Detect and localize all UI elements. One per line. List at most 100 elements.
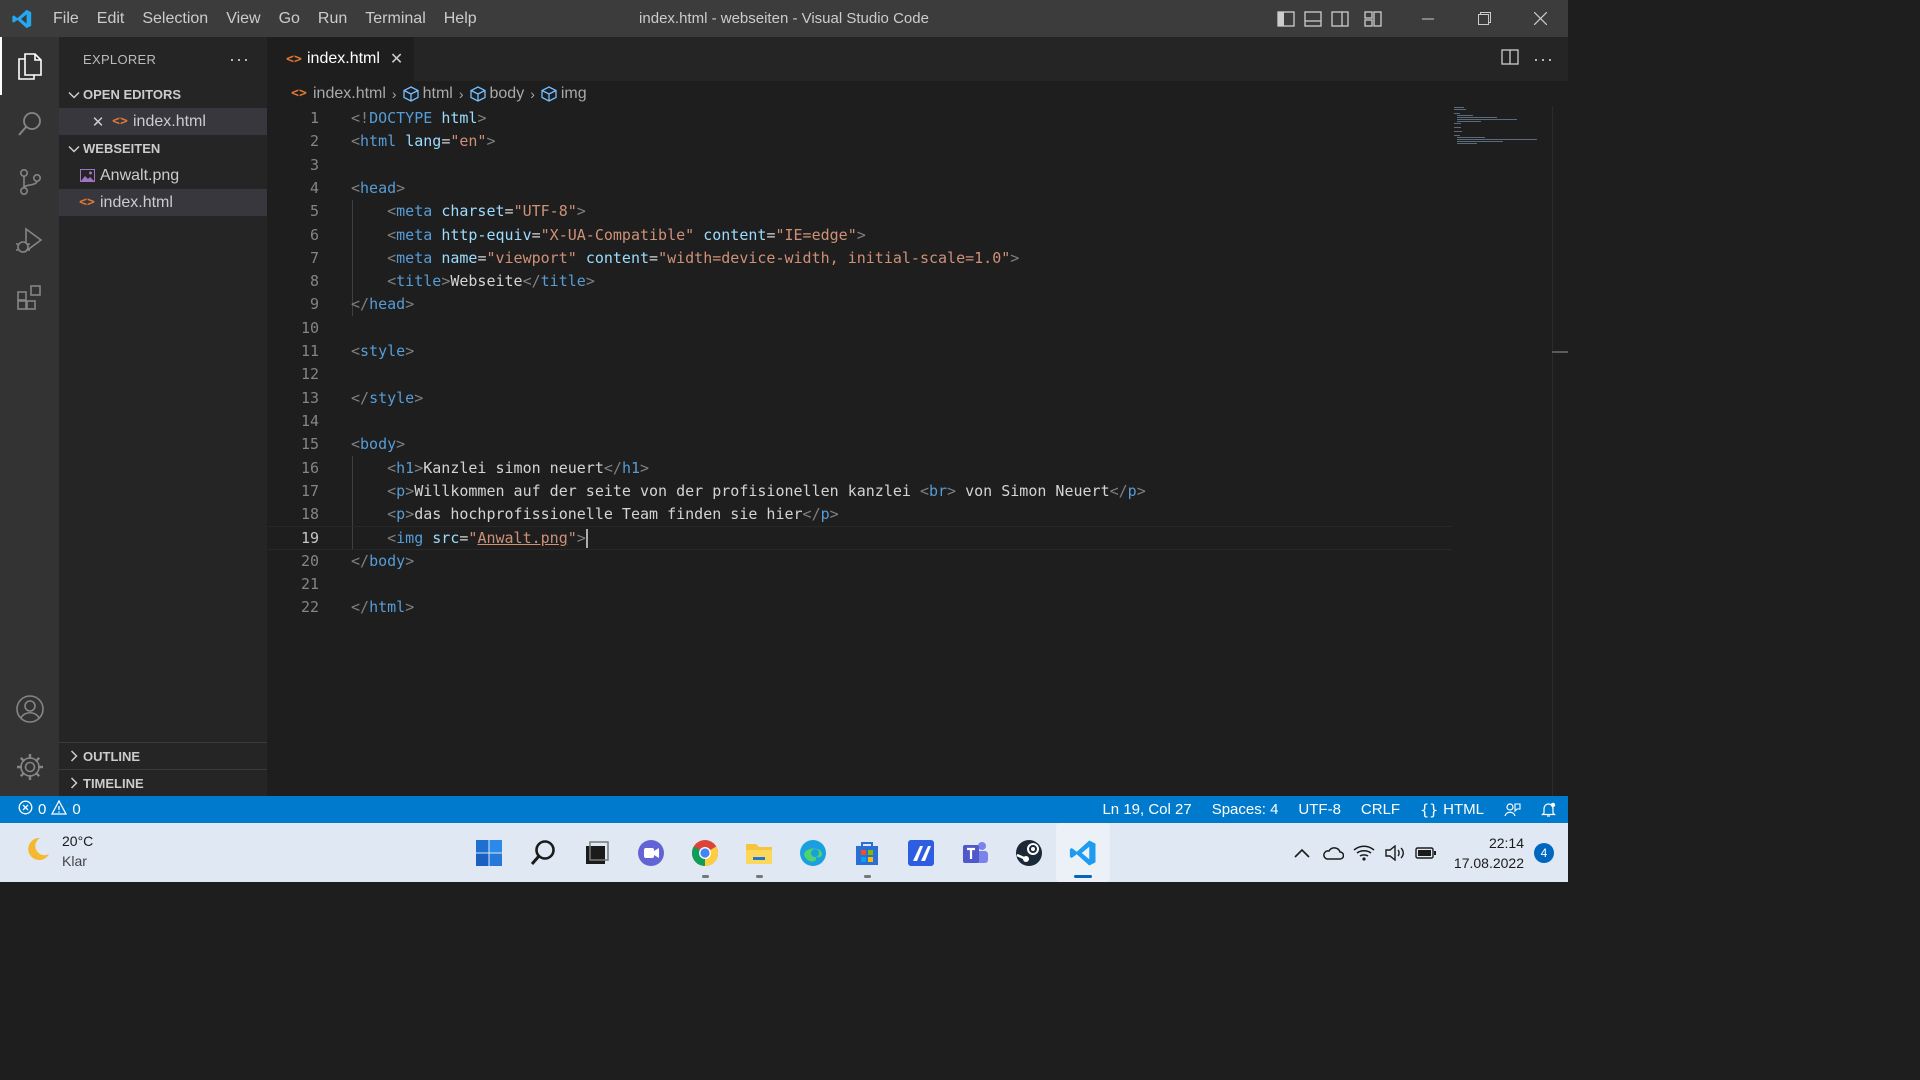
battery-icon[interactable] bbox=[1411, 823, 1442, 882]
vscode-icon[interactable] bbox=[1056, 823, 1110, 882]
end-of-line[interactable]: CRLF bbox=[1361, 801, 1400, 818]
steam-icon[interactable] bbox=[1002, 823, 1056, 882]
encoding[interactable]: UTF-8 bbox=[1298, 801, 1341, 818]
windows-start-icon[interactable] bbox=[462, 823, 516, 882]
code-token: "width=device-width, initial-scale=1.0" bbox=[658, 248, 1011, 267]
weather-widget[interactable]: 20°C Klar bbox=[24, 831, 93, 871]
language-mode[interactable]: {} HTML bbox=[1420, 801, 1484, 819]
menu-edit[interactable]: Edit bbox=[88, 0, 134, 37]
code-line[interactable]: 4 <head> bbox=[267, 177, 1452, 200]
code-token: content bbox=[703, 225, 767, 244]
settings-gear-icon[interactable] bbox=[0, 738, 59, 796]
notifications-bell-icon[interactable] bbox=[1541, 802, 1556, 818]
accounts-icon[interactable] bbox=[0, 680, 59, 738]
code-line[interactable]: 2 <html lang="en"> bbox=[267, 130, 1452, 153]
file-explorer-icon[interactable] bbox=[732, 823, 786, 882]
search-icon[interactable] bbox=[0, 95, 59, 153]
code-line[interactable]: 13 </style> bbox=[267, 387, 1452, 410]
outline-section[interactable]: OUTLINE bbox=[59, 742, 267, 769]
store-icon[interactable] bbox=[840, 823, 894, 882]
code-line[interactable]: 17 <p>Willkommen auf der seite von der p… bbox=[267, 480, 1452, 503]
edge-icon[interactable] bbox=[786, 823, 840, 882]
breadcrumb-item[interactable]: html bbox=[423, 85, 453, 103]
indentation[interactable]: Spaces: 4 bbox=[1212, 801, 1279, 818]
vertical-scrollbar[interactable] bbox=[1552, 106, 1568, 796]
code-line[interactable]: 16 <h1>Kanzlei simon neuert</h1> bbox=[267, 457, 1452, 480]
feedback-icon[interactable] bbox=[1504, 802, 1521, 818]
line-number: 21 bbox=[300, 575, 319, 593]
ide-icon[interactable] bbox=[894, 823, 948, 882]
file-item-index-html[interactable]: <> index.html bbox=[59, 189, 267, 216]
status-problems[interactable]: 0 0 bbox=[0, 799, 81, 819]
code-line[interactable]: 3 bbox=[267, 154, 1452, 177]
code-line[interactable]: 15 <body> bbox=[267, 433, 1452, 456]
breadcrumb-item[interactable]: img bbox=[561, 85, 587, 103]
menu-view[interactable]: View bbox=[217, 0, 269, 37]
code-line[interactable]: 12 bbox=[267, 363, 1452, 386]
code-token: body bbox=[360, 435, 397, 454]
customize-layout-icon[interactable] bbox=[1359, 0, 1386, 37]
toggle-primary-sidebar-icon[interactable] bbox=[1272, 0, 1299, 37]
toggle-secondary-sidebar-icon[interactable] bbox=[1326, 0, 1353, 37]
code-line[interactable]: 20 </body> bbox=[267, 550, 1452, 573]
chevron-up-icon[interactable] bbox=[1287, 823, 1318, 882]
close-tab-icon[interactable]: ✕ bbox=[390, 49, 403, 69]
toggle-panel-icon[interactable] bbox=[1299, 0, 1326, 37]
code-token: </ bbox=[802, 505, 821, 524]
minimize-button[interactable] bbox=[1400, 0, 1456, 37]
menu-terminal[interactable]: Terminal bbox=[356, 0, 434, 37]
volume-icon[interactable] bbox=[1380, 823, 1411, 882]
chrome-icon[interactable] bbox=[678, 823, 732, 882]
line-number: 17 bbox=[300, 481, 319, 500]
code-editor[interactable]: 1 <!DOCTYPE html> 2 <html lang="en"> 3 4 <head… bbox=[267, 106, 1568, 796]
open-editors-section[interactable]: OPEN EDITORS bbox=[59, 81, 267, 108]
teams-icon[interactable] bbox=[948, 823, 1002, 882]
task-view-icon[interactable] bbox=[570, 823, 624, 882]
run-debug-icon[interactable] bbox=[0, 211, 59, 269]
outline-label: OUTLINE bbox=[83, 748, 141, 764]
menu-selection[interactable]: Selection bbox=[133, 0, 217, 37]
cursor-position[interactable]: Ln 19, Col 27 bbox=[1102, 801, 1191, 818]
onedrive-cloud-icon[interactable] bbox=[1318, 823, 1349, 882]
open-editor-item[interactable]: ✕ <> index.html bbox=[59, 108, 267, 135]
close-icon[interactable]: ✕ bbox=[87, 113, 109, 131]
breadcrumb-item[interactable]: index.html bbox=[313, 85, 386, 103]
code-line[interactable]: 14 bbox=[267, 410, 1452, 433]
code-line[interactable]: 7 <meta name="viewport" content="width=d… bbox=[267, 247, 1452, 270]
code-line[interactable]: 22 </html> bbox=[267, 596, 1452, 619]
tab-index-html[interactable]: <> index.html ✕ bbox=[267, 37, 414, 81]
breadcrumb-item[interactable]: body bbox=[490, 85, 525, 103]
menu-go[interactable]: Go bbox=[270, 0, 309, 37]
notification-badge[interactable]: 4 bbox=[1534, 842, 1554, 863]
timeline-section[interactable]: TIMELINE bbox=[59, 769, 267, 796]
code-line[interactable]: 5 <meta charset="UTF-8"> bbox=[267, 200, 1452, 223]
file-item-anwalt-png[interactable]: Anwalt.png bbox=[59, 162, 267, 189]
restore-button[interactable] bbox=[1456, 0, 1512, 37]
webseiten-folder-section[interactable]: WEBSEITEN bbox=[59, 135, 267, 162]
explorer-more-actions-icon[interactable]: ··· bbox=[229, 49, 250, 70]
source-control-icon[interactable] bbox=[0, 153, 59, 211]
wifi-icon[interactable] bbox=[1349, 823, 1380, 882]
code-line[interactable]: 21 bbox=[267, 573, 1452, 596]
code-line[interactable]: 11 <style> bbox=[267, 340, 1452, 363]
code-line[interactable]: 19 <img src="Anwalt.png"> bbox=[267, 526, 1452, 550]
extensions-icon[interactable] bbox=[0, 269, 59, 327]
code-line[interactable]: 8 <title>Webseite</title> bbox=[267, 270, 1452, 293]
code-line[interactable]: 18 <p>das hochprofissionelle Team finden… bbox=[267, 503, 1452, 526]
code-line[interactable]: 6 <meta http-equiv="X-UA-Compatible" con… bbox=[267, 224, 1452, 247]
minimap[interactable] bbox=[1452, 106, 1552, 146]
split-editor-icon[interactable] bbox=[1501, 48, 1519, 70]
menu-help[interactable]: Help bbox=[435, 0, 486, 37]
explorer-icon[interactable] bbox=[0, 37, 59, 95]
menu-file[interactable]: File bbox=[44, 0, 88, 37]
close-window-button[interactable] bbox=[1512, 0, 1568, 37]
chat-icon[interactable] bbox=[624, 823, 678, 882]
more-actions-icon[interactable]: ··· bbox=[1533, 49, 1554, 70]
search-icon[interactable] bbox=[516, 823, 570, 882]
menu-run[interactable]: Run bbox=[309, 0, 356, 37]
clock[interactable]: 22:14 17.08.2022 bbox=[1454, 833, 1524, 873]
code-line[interactable]: 10 bbox=[267, 317, 1452, 340]
code-line[interactable]: 1 <!DOCTYPE html> bbox=[267, 107, 1452, 130]
code-line[interactable]: 9 </head> bbox=[267, 293, 1452, 316]
